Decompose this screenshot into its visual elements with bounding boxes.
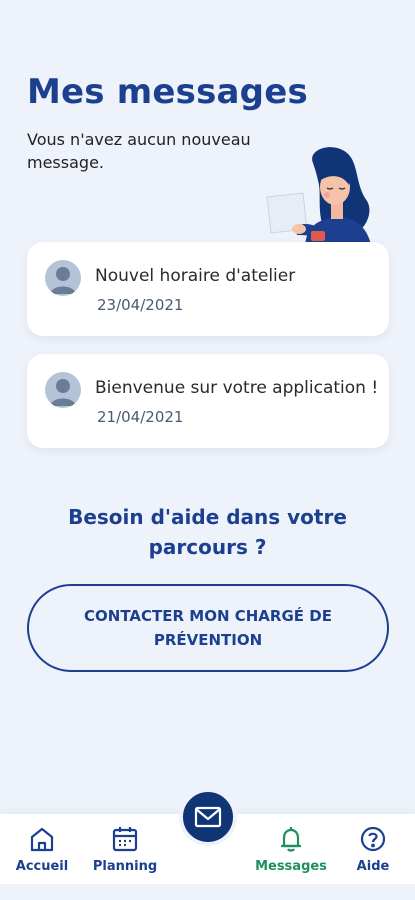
- avatar-icon: [45, 260, 81, 296]
- message-title: Nouvel horaire d'atelier: [95, 266, 296, 286]
- nav-item-planning[interactable]: Planning: [90, 814, 160, 884]
- nav-label: Messages: [255, 859, 327, 874]
- message-date: 21/04/2021: [97, 408, 184, 426]
- help-heading: Besoin d'aide dans votre parcours ?: [68, 505, 347, 559]
- help-icon: [360, 826, 386, 852]
- contact-advisor-button[interactable]: CONTACTER MON CHARGÉ DE PRÉVENTION: [27, 584, 389, 672]
- message-card[interactable]: Nouvel horaire d'atelier 23/04/2021: [27, 242, 389, 336]
- message-title: Bienvenue sur votre application !: [95, 378, 379, 398]
- empty-state-text: Vous n'avez aucun nouveau message.: [27, 130, 251, 172]
- nav-label: Aide: [356, 859, 390, 874]
- bell-icon: [281, 827, 301, 852]
- bottom-safe-area: [0, 884, 415, 900]
- nav-label: Accueil: [15, 859, 69, 874]
- page-title: Mes messages: [27, 72, 308, 112]
- home-icon: [30, 827, 54, 852]
- nav-item-aide[interactable]: Aide: [348, 814, 398, 884]
- calendar-icon: [112, 827, 138, 852]
- message-card[interactable]: Bienvenue sur votre application ! 21/04/…: [27, 354, 389, 448]
- nav-item-messages[interactable]: Messages: [253, 814, 329, 884]
- avatar-icon: [45, 372, 81, 408]
- mail-icon: [194, 806, 222, 828]
- nav-item-accueil[interactable]: Accueil: [12, 814, 72, 884]
- nav-label: Planning: [92, 859, 158, 874]
- woman-reading-illustration: [266, 147, 371, 245]
- message-date: 23/04/2021: [97, 296, 184, 314]
- compose-message-button[interactable]: [179, 788, 237, 846]
